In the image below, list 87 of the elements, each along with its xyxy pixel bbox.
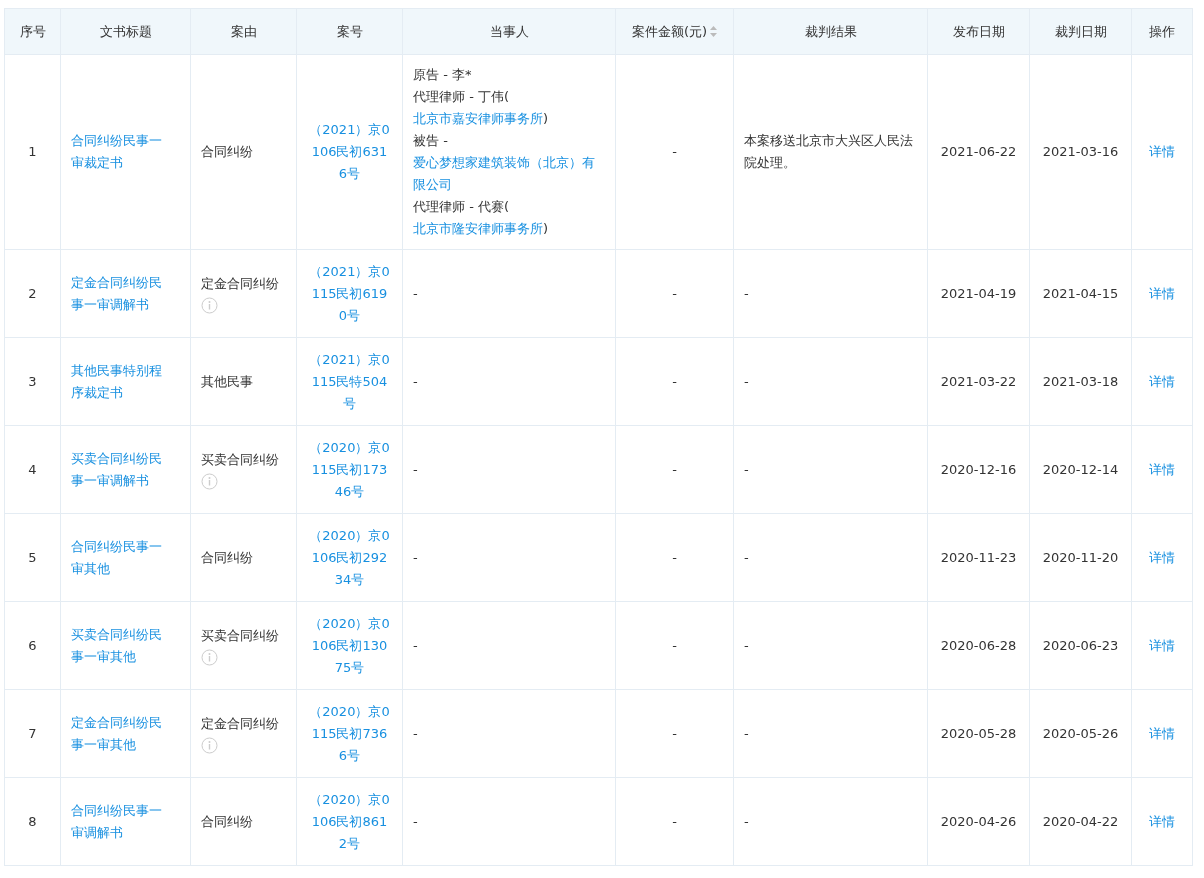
judgment-result: - <box>744 548 750 567</box>
case-amount: - <box>672 637 677 653</box>
party-link[interactable]: 爱心梦想家建筑装饰（北京）有限公司 <box>413 152 605 196</box>
publish-date: 2021-03-22 <box>940 373 1017 389</box>
case-cause: 合同纠纷 <box>201 812 254 831</box>
info-icon[interactable] <box>201 737 218 754</box>
info-icon[interactable] <box>201 473 218 490</box>
case-amount: - <box>672 813 677 829</box>
row-number: 5 <box>28 549 37 565</box>
case-cause: 买卖合同纠纷 <box>201 627 280 645</box>
sort-icon[interactable] <box>710 26 718 37</box>
details-link[interactable]: 详情 <box>1149 549 1175 565</box>
judgment-date: 2020-04-22 <box>1042 813 1119 829</box>
party-line: - <box>413 724 419 743</box>
judgment-date: 2020-11-20 <box>1042 549 1119 565</box>
column-header: 案号 <box>296 8 403 55</box>
party-line: 代理律师 - 代赛( 北京市隆安律师事务所) <box>413 196 605 240</box>
judgment-result: - <box>744 636 750 655</box>
column-header: 当事人 <box>402 8 616 55</box>
judgment-date: 2021-04-15 <box>1042 285 1119 301</box>
party-line: - <box>413 812 419 831</box>
case-cause: 定金合同纠纷 <box>201 715 280 733</box>
case-amount: - <box>672 549 677 565</box>
party-line: 被告 - 爱心梦想家建筑装饰（北京）有限公司 <box>413 130 605 196</box>
column-header: 裁判结果 <box>733 8 928 55</box>
party-line: - <box>413 372 419 391</box>
document-title-link[interactable]: 合同纠纷民事一审裁定书 <box>71 130 171 174</box>
judgment-date: 2021-03-16 <box>1042 144 1119 159</box>
column-header: 序号 <box>4 8 61 55</box>
details-link[interactable]: 详情 <box>1149 813 1175 829</box>
column-header: 文书标题 <box>60 8 191 55</box>
case-cause: 合同纠纷 <box>201 143 254 161</box>
judgment-result: 本案移送北京市大兴区人民法院处理。 <box>744 132 914 172</box>
party-line: - <box>413 284 419 303</box>
publish-date: 2020-05-28 <box>940 725 1017 741</box>
details-link[interactable]: 详情 <box>1149 373 1175 389</box>
case-cause: 合同纠纷 <box>201 548 254 567</box>
case-cause: 其他民事 <box>201 372 254 391</box>
judgment-date: 2020-12-14 <box>1042 461 1119 477</box>
party-line: 代理律师 - 丁伟( 北京市嘉安律师事务所) <box>413 86 605 130</box>
case-amount: - <box>672 373 677 389</box>
column-header: 裁判日期 <box>1029 8 1132 55</box>
case-amount: - <box>672 725 677 741</box>
case-cause: 定金合同纠纷 <box>201 275 280 293</box>
header-label: 案件金额(元) <box>631 22 708 41</box>
case-cause: 买卖合同纠纷 <box>201 451 280 469</box>
publish-date: 2020-11-23 <box>940 549 1017 565</box>
row-number: 6 <box>28 637 37 653</box>
row-number: 8 <box>28 813 37 829</box>
row-number: 7 <box>28 725 37 741</box>
party-line: 原告 - 李* <box>413 66 473 84</box>
details-link[interactable]: 详情 <box>1149 144 1175 159</box>
party-line: - <box>413 636 419 655</box>
publish-date: 2020-06-28 <box>940 637 1017 653</box>
publish-date: 2021-04-19 <box>940 285 1017 301</box>
judgment-result: - <box>744 284 750 303</box>
party-line: - <box>413 460 419 479</box>
judgment-date: 2020-05-26 <box>1042 725 1119 741</box>
row-number: 2 <box>28 285 37 301</box>
row-number: 3 <box>28 373 37 389</box>
publish-date: 2020-04-26 <box>940 813 1017 829</box>
details-link[interactable]: 详情 <box>1149 637 1175 653</box>
column-header[interactable]: 案件金额(元) <box>615 8 734 55</box>
case-amount: - <box>672 461 677 477</box>
party-line: - <box>413 548 419 567</box>
case-amount: - <box>672 285 677 301</box>
judgment-result: - <box>744 460 750 479</box>
publish-date: 2021-06-22 <box>940 144 1017 159</box>
judgment-result: - <box>744 812 750 831</box>
judgment-result: - <box>744 372 750 391</box>
info-icon[interactable] <box>201 297 218 314</box>
row-number: 1 <box>28 144 37 159</box>
judgment-result: - <box>744 724 750 743</box>
party-link[interactable]: 北京市嘉安律师事务所 <box>413 108 543 130</box>
details-link[interactable]: 详情 <box>1149 285 1175 301</box>
details-link[interactable]: 详情 <box>1149 725 1175 741</box>
row-number: 4 <box>28 461 37 477</box>
party-link[interactable]: 北京市隆安律师事务所 <box>413 218 543 240</box>
case-amount: - <box>672 144 677 159</box>
publish-date: 2020-12-16 <box>940 461 1017 477</box>
details-link[interactable]: 详情 <box>1149 461 1175 477</box>
info-icon[interactable] <box>201 649 218 666</box>
judgment-date: 2021-03-18 <box>1042 373 1119 389</box>
column-header: 发布日期 <box>927 8 1030 55</box>
judgment-date: 2020-06-23 <box>1042 637 1119 653</box>
column-header: 案由 <box>190 8 297 55</box>
column-header: 操作 <box>1131 8 1193 55</box>
